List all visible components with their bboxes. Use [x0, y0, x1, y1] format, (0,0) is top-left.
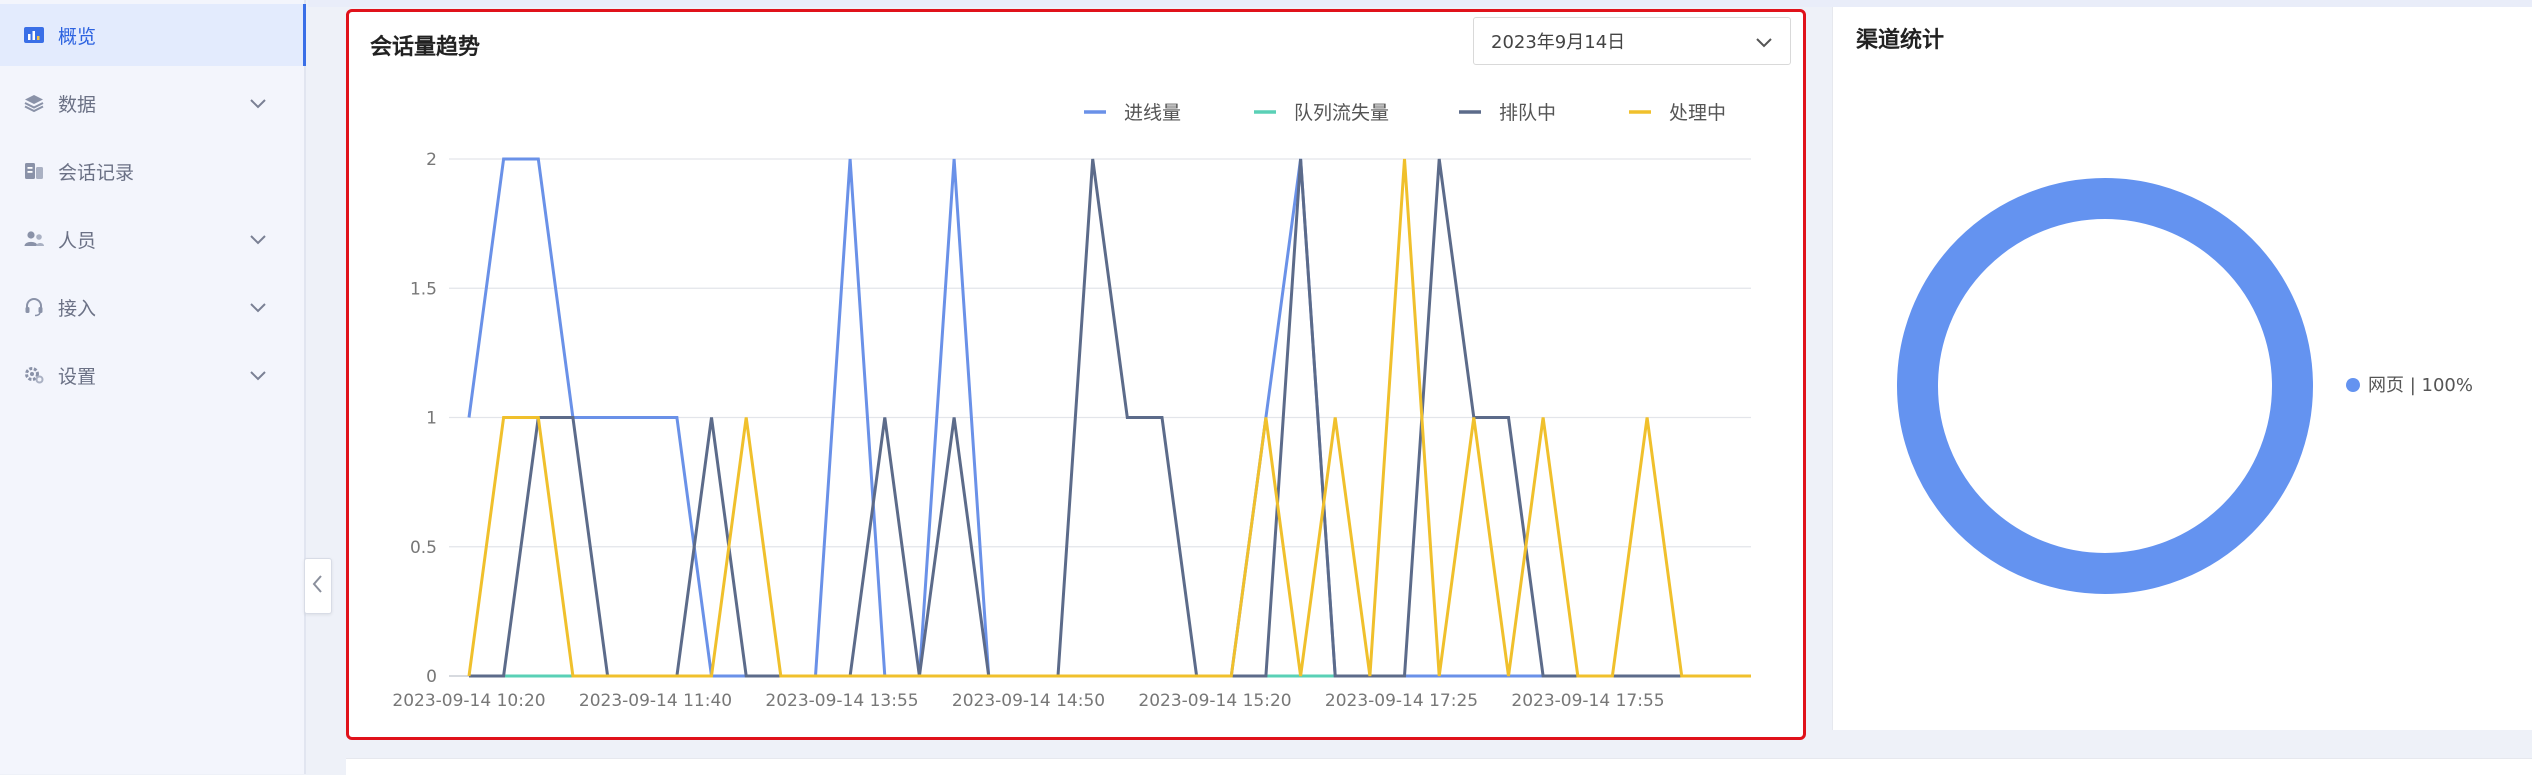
sidebar-item-data[interactable]: 数据	[0, 72, 306, 134]
session-record-icon	[20, 157, 48, 185]
legend-label: 网页 | 100%	[2368, 375, 2473, 396]
legend-label: 进线量	[1124, 102, 1181, 124]
sidebar-item-overview[interactable]: 概览	[0, 4, 306, 66]
sidebar-item-label: 数据	[58, 93, 97, 116]
x-tick-label: 2023-09-14 17:55	[1511, 691, 1664, 711]
legend-label: 队列流失量	[1294, 102, 1389, 124]
legend-item: 排队中	[1459, 102, 1556, 124]
x-tick-label: 2023-09-14 10:20	[392, 691, 545, 711]
sidebar-item-label: 概览	[58, 25, 97, 48]
y-tick-label: 0	[426, 667, 437, 687]
legend-label: 处理中	[1669, 102, 1726, 124]
date-picker[interactable]: 2023年9月14日	[1473, 17, 1791, 65]
chevron-down-icon	[248, 365, 268, 385]
channel-donut-chart: 网页 | 100%	[1897, 178, 2473, 594]
legend-item: 进线量	[1084, 102, 1181, 124]
overview-icon	[20, 21, 48, 49]
chevron-left-icon	[311, 573, 325, 599]
channel-stats-card: 渠道统计 网页 | 100%	[1832, 7, 2532, 730]
session-trend-card: 0 0.5 1 1.5 2 2023-09-14 10:20 2023-09-14 11:4…	[346, 9, 1806, 740]
chevron-down-icon	[248, 297, 268, 317]
sidebar-item-label: 设置	[58, 365, 97, 388]
legend-label: 排队中	[1499, 102, 1556, 124]
y-tick-label: 0.5	[410, 538, 437, 558]
headset-icon	[20, 293, 48, 321]
chevron-down-icon	[248, 93, 268, 113]
x-tick-label: 2023-09-14 17:25	[1325, 691, 1478, 711]
card-title: 会话量趋势	[370, 35, 481, 60]
y-tick-label: 2	[426, 150, 437, 170]
date-picker-value: 2023年9月14日	[1491, 32, 1626, 53]
sidebar-item-settings[interactable]: 设置	[0, 344, 306, 406]
x-tick-label: 2023-09-14 13:55	[765, 691, 918, 711]
y-tick-label: 1.5	[410, 279, 437, 299]
donut-slice	[1897, 178, 2313, 594]
gear-icon	[20, 361, 48, 389]
top-strip	[308, 0, 2532, 7]
x-tick-label: 2023-09-14 15:20	[1138, 691, 1291, 711]
sidebar-item-session-records[interactable]: 会话记录	[0, 140, 306, 202]
chevron-down-icon	[248, 229, 268, 249]
bottom-card	[346, 758, 2532, 775]
sidebar-item-people[interactable]: 人员	[0, 208, 306, 270]
sidebar-item-access[interactable]: 接入	[0, 276, 306, 338]
sidebar-item-label: 人员	[58, 229, 97, 252]
people-icon	[20, 225, 48, 253]
legend-swatch	[2346, 378, 2360, 392]
y-tick-label: 1	[426, 409, 437, 429]
data-layers-icon	[20, 89, 48, 117]
x-tick-label: 2023-09-14 14:50	[952, 691, 1105, 711]
x-tick-label: 2023-09-14 11:40	[579, 691, 732, 711]
legend-item: 队列流失量	[1254, 102, 1389, 124]
session-trend-chart: 0 0.5 1 1.5 2 2023-09-14 10:20 2023-09-14 11:4…	[392, 102, 1751, 711]
sidebar-item-label: 接入	[58, 297, 97, 320]
sidebar-collapse-button[interactable]	[304, 558, 332, 614]
legend-item: 处理中	[1629, 102, 1726, 124]
sidebar: 概览 数据 会话记录 人员 接入 设置	[0, 0, 306, 774]
sidebar-item-label: 会话记录	[58, 161, 135, 184]
chevron-down-icon	[1754, 32, 1774, 52]
